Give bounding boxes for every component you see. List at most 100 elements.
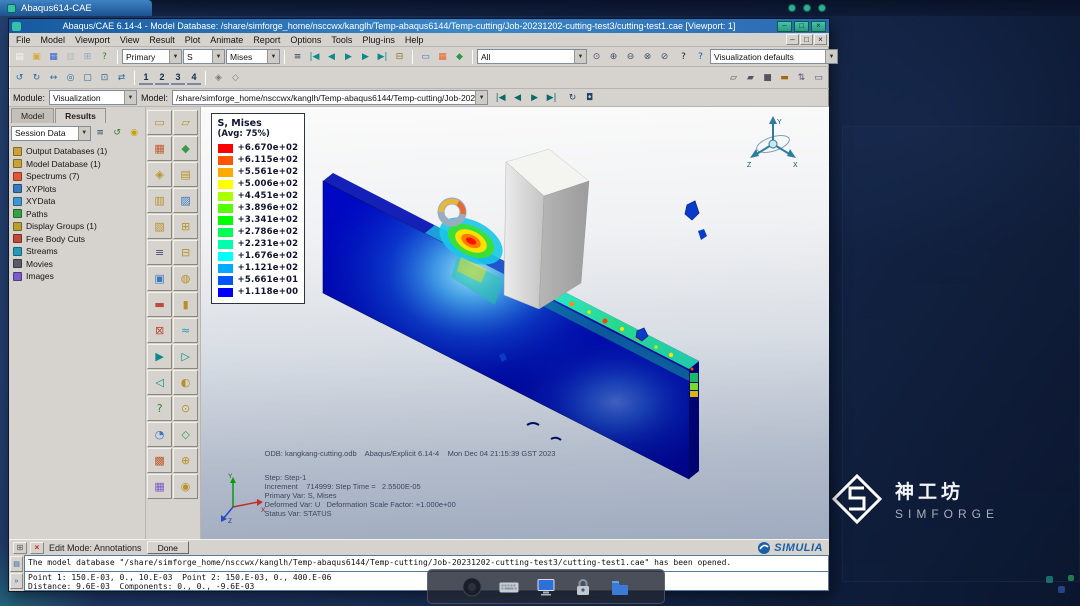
toolbox-plot-undeformed[interactable]: ▭ xyxy=(147,110,173,135)
render-hidden-icon[interactable]: ▰ xyxy=(742,70,759,86)
toolbox-symbol-options[interactable]: ▧ xyxy=(147,214,173,239)
toolbox-animate-time[interactable]: ▶ xyxy=(147,344,173,369)
next-frame-icon[interactable]: ▶ xyxy=(357,49,374,65)
tree-refresh-icon[interactable]: ↺ xyxy=(109,125,126,141)
tab-results[interactable]: Results xyxy=(55,108,106,123)
toolbox-field-output[interactable]: ▣ xyxy=(147,266,173,291)
remove-displayed-icon[interactable]: ⊖ xyxy=(622,49,639,65)
parallel-projection-icon[interactable]: ◇ xyxy=(227,70,244,86)
field-variable-combo[interactable]: S ▼ xyxy=(183,49,225,64)
command-line-tab[interactable]: » xyxy=(10,573,23,589)
session-tab[interactable]: Abaqus614-CAE xyxy=(0,0,152,16)
toolbox-result-options[interactable]: ≡ xyxy=(147,240,173,265)
window-minimize-button[interactable]: – xyxy=(777,20,792,32)
tree-item[interactable]: Spectrums (7) xyxy=(13,170,145,183)
plot-contours-icon[interactable]: ▦ xyxy=(434,49,451,65)
cycle-views-icon[interactable]: ⇄ xyxy=(113,70,130,86)
display-group-combo[interactable]: All ▼ xyxy=(477,49,587,64)
toolbox-stream[interactable]: ≈ xyxy=(173,318,199,343)
tree-item[interactable]: Free Body Cuts xyxy=(13,233,145,246)
add-displayed-icon[interactable]: ⊕ xyxy=(605,49,622,65)
field-component-combo[interactable]: Mises ▼ xyxy=(226,49,280,64)
menu-report[interactable]: Report xyxy=(248,34,285,46)
tree-item[interactable]: Movies xyxy=(13,258,145,271)
new-model-database-icon[interactable]: ▤ xyxy=(11,49,28,65)
lock-odb-icon[interactable]: ◘ xyxy=(581,90,598,106)
menu-viewport[interactable]: Viewport xyxy=(70,34,115,46)
menu-options[interactable]: Options xyxy=(285,34,326,46)
toolbox-orientation-options[interactable]: ⊞ xyxy=(173,214,199,239)
viewport-1-button[interactable]: 1 xyxy=(139,70,153,85)
menu-tools[interactable]: Tools xyxy=(326,34,357,46)
toolbox-frame-selector[interactable]: ⊟ xyxy=(173,240,199,265)
toolbox-plot-symbols[interactable]: ◆ xyxy=(173,136,199,161)
rotate-view-alt-icon[interactable]: ↻ xyxy=(28,70,45,86)
toolbox-spectrum[interactable]: ▩ xyxy=(147,448,173,473)
viewport-4-button[interactable]: 4 xyxy=(187,70,201,85)
first-frame-icon[interactable]: |◀ xyxy=(306,49,323,65)
toolbox-display-group[interactable]: ⊕ xyxy=(173,448,199,473)
session-control-button-1[interactable] xyxy=(788,4,796,12)
session-control-button-3[interactable] xyxy=(818,4,826,12)
viewport-3-button[interactable]: 3 xyxy=(171,70,185,85)
tree-item[interactable]: XYPlots xyxy=(13,183,145,196)
menu-plugins[interactable]: Plug-ins xyxy=(357,34,400,46)
toolbox-material-orientation[interactable]: ◈ xyxy=(147,162,173,187)
tree-item[interactable]: Output Databases (1) xyxy=(13,145,145,158)
window-titlebar[interactable]: Abaqus/CAE 6.14-4 - Model Database: /sha… xyxy=(9,19,829,33)
render-wireframe-icon[interactable]: ▱ xyxy=(725,70,742,86)
dock-monitor-icon[interactable] xyxy=(534,575,558,599)
plot-undeformed-icon[interactable]: ▭ xyxy=(417,49,434,65)
toolbox-animate-scale[interactable]: ▷ xyxy=(173,344,199,369)
cutting-tool[interactable] xyxy=(503,148,590,310)
last-image-icon[interactable]: ▶| xyxy=(543,90,560,106)
render-shaded-icon[interactable]: ■ xyxy=(759,70,776,86)
message-area-tab[interactable]: ▤ xyxy=(10,556,23,572)
toolbox-plot-contours[interactable]: ▦ xyxy=(147,136,173,161)
view-compass[interactable]: Y X Z xyxy=(746,115,800,169)
refresh-odb-icon[interactable]: ↻ xyxy=(564,90,581,106)
query-icon[interactable]: ? xyxy=(96,49,113,65)
viewport-canvas[interactable]: S, Mises (Avg: 75%) +6.670e+02 +6.115e+02… xyxy=(200,107,829,539)
view-cut-icon[interactable]: ▬ xyxy=(776,70,793,86)
tree-list-icon[interactable]: ≡ xyxy=(92,125,109,141)
toolbox-plot-deformed[interactable]: ▱ xyxy=(173,110,199,135)
intersect-displayed-icon[interactable]: ⊗ xyxy=(639,49,656,65)
toolbox-animation-options[interactable]: ◐ xyxy=(173,370,199,395)
window-close-button[interactable]: × xyxy=(811,20,826,32)
create-viewport-icon[interactable]: ⊞ xyxy=(79,49,96,65)
annotation-delete-icon[interactable]: × xyxy=(30,541,44,554)
box-zoom-icon[interactable]: ⊡ xyxy=(96,70,113,86)
toolbox-section-points[interactable]: ◍ xyxy=(173,266,199,291)
visualization-defaults-combo[interactable]: Visualization defaults ▼ xyxy=(710,49,838,64)
tree-item[interactable]: Model Database (1) xyxy=(13,158,145,171)
toolbox-path[interactable]: ◇ xyxy=(173,422,199,447)
toolbox-animate-harmonic[interactable]: ◁ xyxy=(147,370,173,395)
toolbox-viewer-options[interactable]: ◉ xyxy=(173,474,199,499)
message-area[interactable]: The model database "/share/simforge_home… xyxy=(24,555,829,572)
tree-item[interactable]: Streams xyxy=(13,245,145,258)
field-output-dialog-icon[interactable]: ≡ xyxy=(289,49,306,65)
next-image-icon[interactable]: ▶ xyxy=(526,90,543,106)
toolbox-xy-data[interactable]: ◔ xyxy=(147,422,173,447)
pan-view-icon[interactable]: ↔ xyxy=(45,70,62,86)
save-model-database-icon[interactable]: ▦ xyxy=(45,49,62,65)
help-icon[interactable]: ? xyxy=(675,49,692,65)
toolbox-color-code[interactable]: ▦ xyxy=(147,474,173,499)
model-combo[interactable]: /share/simforge_home/nsccwx/kanglh/Temp-… xyxy=(172,90,489,105)
mdi-close-button[interactable]: × xyxy=(814,34,827,45)
toolbox-view-cut[interactable]: ▬ xyxy=(147,292,173,317)
session-control-button-2[interactable] xyxy=(803,4,811,12)
rotate-view-icon[interactable]: ↺ xyxy=(11,70,28,86)
toolbox-view-cut-manager[interactable]: ▮ xyxy=(173,292,199,317)
perspective-icon[interactable]: ◈ xyxy=(210,70,227,86)
either-displayed-icon[interactable]: ⊘ xyxy=(656,49,673,65)
tree-context-combo[interactable]: Session Data ▼ xyxy=(11,125,91,141)
work-plane-icon[interactable]: ▭ xyxy=(810,70,827,86)
previous-frame-icon[interactable]: ◀ xyxy=(323,49,340,65)
zoom-view-icon[interactable]: ◎ xyxy=(62,70,79,86)
context-help-icon[interactable]: ? xyxy=(692,49,709,65)
toolbox-common-options[interactable]: ▤ xyxy=(173,162,199,187)
previous-image-icon[interactable]: ◀ xyxy=(509,90,526,106)
menu-result[interactable]: Result xyxy=(144,34,180,46)
